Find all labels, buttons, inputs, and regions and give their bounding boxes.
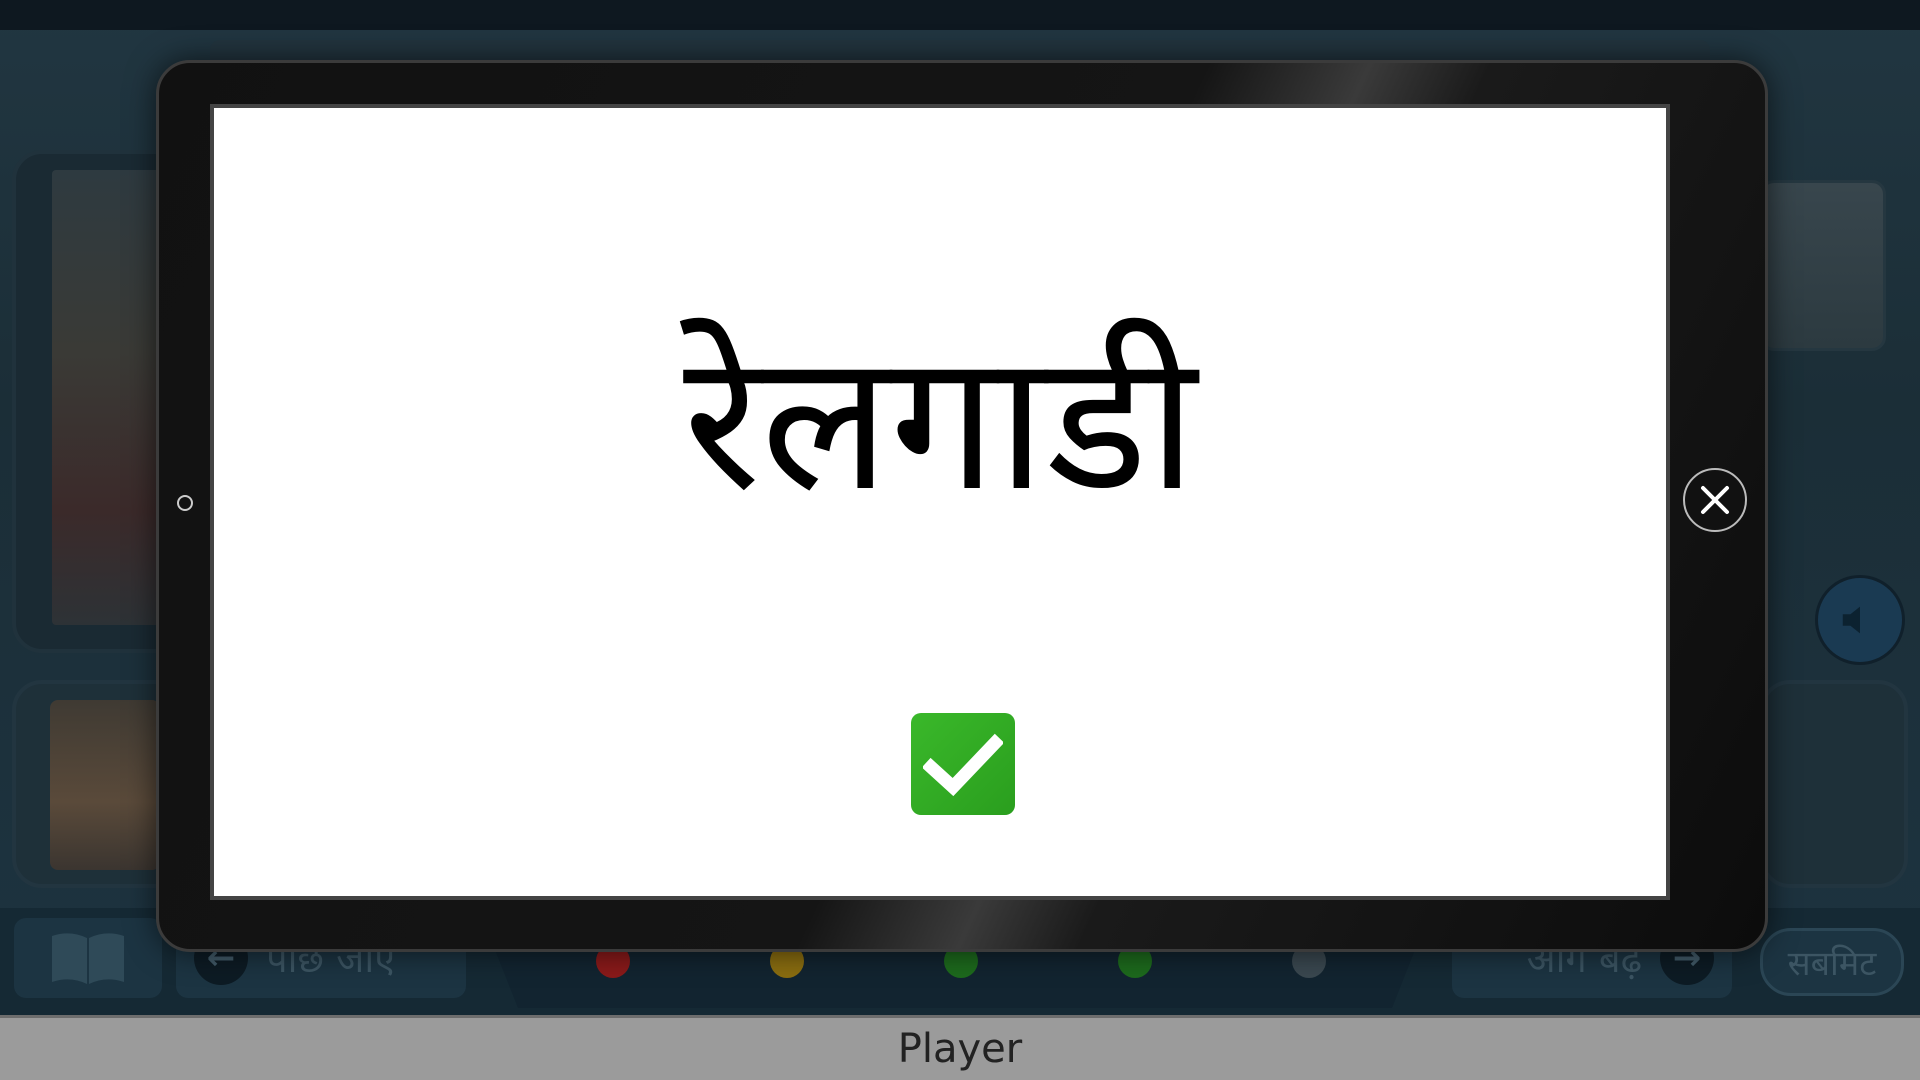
app-top-bar: [0, 0, 1920, 30]
book-icon: [52, 933, 124, 984]
tablet-camera-dot: [177, 495, 193, 511]
window-title-bar: Player: [0, 1015, 1920, 1080]
close-icon: [1701, 486, 1729, 514]
bottom-right-card: [1760, 680, 1908, 888]
correct-checkmark: [911, 713, 1015, 815]
checkmark-icon: [923, 733, 1003, 797]
bottom-left-image[interactable]: [50, 700, 160, 870]
speaker-button[interactable]: [1815, 575, 1905, 665]
close-button[interactable]: [1683, 468, 1747, 532]
window-title: Player: [897, 1026, 1023, 1072]
left-image-card[interactable]: [52, 170, 162, 625]
submit-button[interactable]: सबमिट: [1760, 928, 1904, 996]
book-button[interactable]: [14, 918, 162, 998]
answer-word: रेलगाडी: [683, 312, 1197, 533]
speaker-icon: [1842, 606, 1860, 634]
right-image-card[interactable]: [1760, 180, 1886, 351]
modal-screen: रेलगाडी: [210, 104, 1670, 900]
